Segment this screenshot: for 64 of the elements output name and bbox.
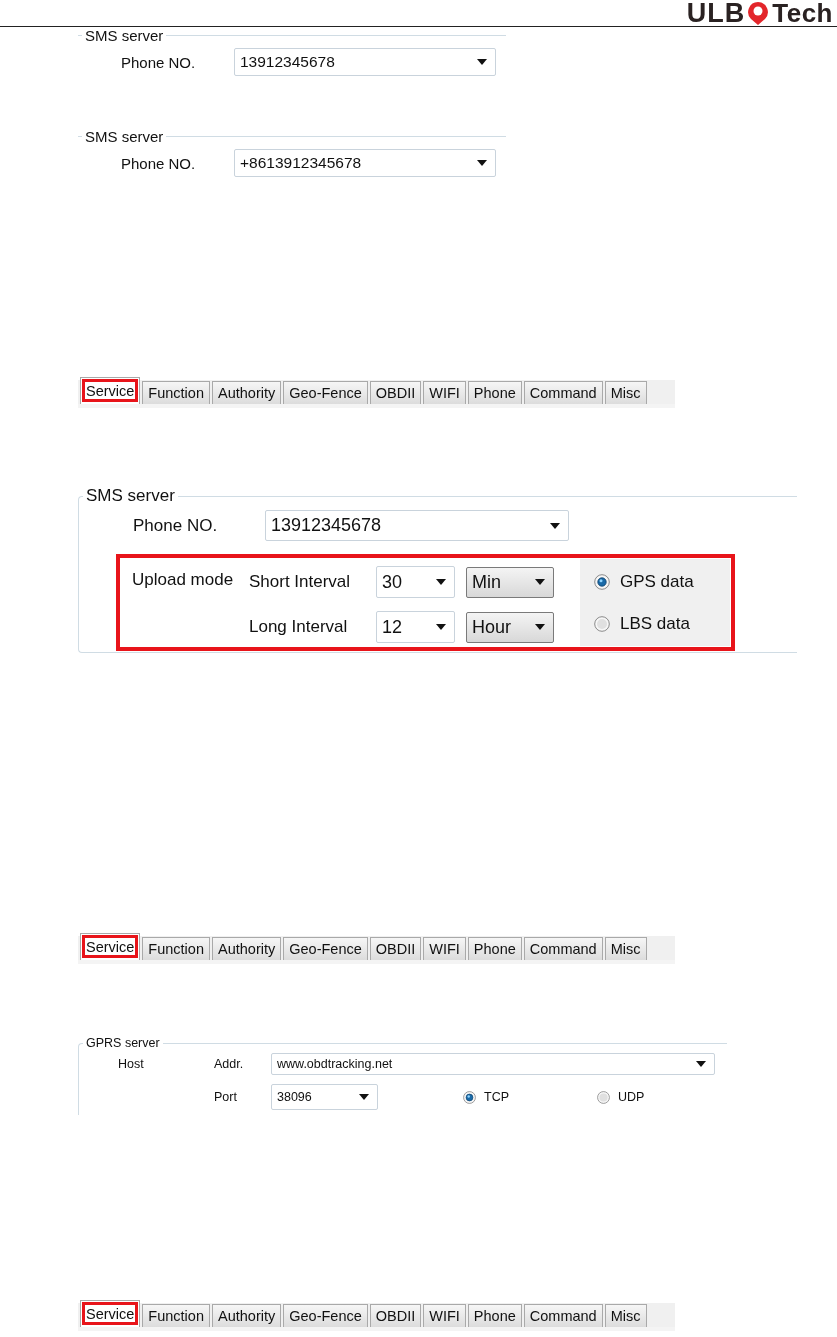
tab[interactable]: WIFI [423,937,466,960]
tab[interactable]: Geo-Fence [283,1304,368,1327]
tab[interactable]: WIFI [423,381,466,404]
tab[interactable]: Misc [604,381,647,404]
tab[interactable]: Command [523,1304,603,1327]
tab[interactable]: Command [523,381,603,404]
field-label: Long Interval [249,617,349,637]
field-label: Phone NO. [121,154,197,172]
group-title: SMS server [84,27,165,44]
tab[interactable]: Function [142,1304,210,1327]
tab[interactable]: Misc [604,937,647,960]
logo-text: Tech [772,0,833,26]
tab[interactable]: Authority [212,381,282,404]
tab[interactable]: Service [80,933,141,960]
tab[interactable]: Authority [212,1304,282,1327]
dropdown-field[interactable]: 12 [376,611,455,643]
field-label: Upload mode [131,569,235,591]
dropdown-field[interactable]: 13912345678 [265,510,569,541]
caret-icon [436,624,446,630]
field-label: Short Interval [249,572,352,592]
radio-button[interactable]: GPS data [594,571,730,592]
tab[interactable]: WIFI [423,1304,466,1327]
caret-icon [696,1061,706,1067]
dropdown-field[interactable]: 13912345678 [234,48,496,76]
dropdown-field[interactable]: 30 [376,566,455,598]
field-label: Phone NO. [133,515,219,536]
caret-icon [359,1094,369,1100]
tab[interactable]: Phone [467,937,522,960]
tab[interactable]: OBDII [369,1304,422,1327]
caret-icon [535,624,545,630]
tab[interactable]: OBDII [369,937,422,960]
tab[interactable]: Phone [467,381,522,404]
logo-text: ULB [686,0,746,27]
tab[interactable]: Function [142,381,210,404]
tab[interactable]: Service [80,1300,141,1327]
field-label: Host [118,1057,145,1071]
tab[interactable]: Geo-Fence [283,937,368,960]
group-title: SMS server [84,128,165,145]
tab[interactable]: Misc [604,1304,647,1327]
field-label: Phone NO. [121,53,197,71]
caret-icon [477,59,487,65]
tab[interactable]: OBDII [369,381,422,404]
field-label: Addr. [214,1057,245,1071]
tab[interactable]: Service [80,377,141,404]
dropdown-field[interactable]: Min [466,566,554,598]
radio-button[interactable]: LBS data [594,613,730,634]
tab[interactable]: Geo-Fence [283,381,368,404]
dropdown-field[interactable]: www.obdtracking.net [271,1053,715,1075]
radio-button[interactable]: TCP [463,1090,509,1104]
field-label: Port [214,1090,238,1104]
caret-icon [477,160,487,166]
caret-icon [535,579,545,585]
tab[interactable]: Function [142,937,210,960]
tab[interactable]: Authority [212,937,282,960]
caret-icon [550,522,560,529]
tab[interactable]: Command [523,937,603,960]
radio-button[interactable]: UDP [597,1090,645,1104]
group-title: GPRS server [85,1036,161,1050]
dropdown-field[interactable]: +8613912345678 [234,149,496,177]
group-title: SMS server [85,486,176,506]
dropdown-field[interactable]: 38096 [271,1084,378,1110]
tab[interactable]: Phone [467,1304,522,1327]
caret-icon [436,579,446,585]
dropdown-field[interactable]: Hour [466,611,554,643]
